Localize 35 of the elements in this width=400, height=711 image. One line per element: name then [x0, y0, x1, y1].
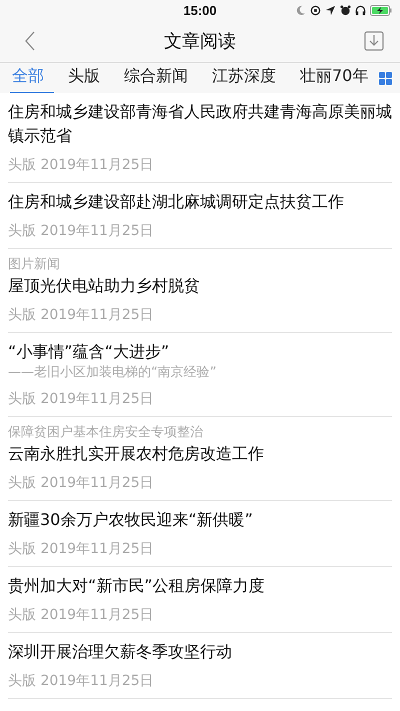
- article-meta: 头版 2019年11月25日: [8, 156, 155, 174]
- article-meta: 头版 2019年11月25日: [8, 306, 155, 324]
- article-kicker: 保障贫困户基本住房安全专项整治: [8, 424, 204, 442]
- category-tab[interactable]: 全部: [10, 63, 54, 93]
- back-icon[interactable]: [24, 31, 36, 51]
- alarm-icon: [340, 4, 351, 16]
- article-title[interactable]: 贵州加大对“新市民”公租房保障力度: [8, 574, 392, 598]
- article-subtitle: ——老旧小区加装电梯的“南京经验”: [8, 364, 218, 382]
- download-icon[interactable]: [364, 31, 384, 51]
- category-tab[interactable]: 江苏深度: [210, 63, 286, 93]
- rotation-lock-icon: [310, 4, 321, 16]
- battery-charging-icon: [370, 4, 392, 16]
- article-title[interactable]: 住房和城乡建设部青海省人民政府共建青海高原美丽城镇示范省: [8, 100, 392, 148]
- status-time: 15:00: [182, 2, 218, 18]
- article-title[interactable]: 云南永胜扎实开展农村危房改造工作: [8, 442, 392, 466]
- article-meta: 头版 2019年11月25日: [8, 390, 155, 408]
- article-meta: 头版 2019年11月25日: [8, 540, 155, 558]
- category-tab[interactable]: 壮丽70年: [298, 63, 368, 93]
- article-title[interactable]: 屋顶光伏电站助力乡村脱贫: [8, 274, 392, 298]
- article-meta: 头版 2019年11月25日: [8, 222, 155, 240]
- page-title: 文章阅读: [163, 30, 237, 53]
- headphones-icon: [355, 4, 366, 16]
- location-arrow-icon: [325, 4, 336, 16]
- category-tab[interactable]: 综合新闻: [122, 63, 198, 93]
- article-kicker: 图片新闻: [8, 256, 61, 274]
- moon-icon: [295, 4, 306, 16]
- article-meta: 头版 2019年11月25日: [8, 474, 155, 492]
- category-tab[interactable]: 头版: [66, 63, 110, 93]
- article-title[interactable]: 住房和城乡建设部赴湖北麻城调研定点扶贫工作: [8, 190, 392, 214]
- article-meta: 头版 2019年11月25日: [8, 606, 155, 624]
- article-title[interactable]: 新疆30余万户农牧民迎来“新供暖”: [8, 508, 392, 532]
- article-title[interactable]: “小事情”蕴含“大进步”: [8, 340, 392, 364]
- article-meta: 头版 2019年11月25日: [8, 672, 155, 690]
- grid-icon[interactable]: [379, 72, 392, 84]
- article-title[interactable]: 深圳开展治理欠薪冬季攻坚行动: [8, 640, 392, 664]
